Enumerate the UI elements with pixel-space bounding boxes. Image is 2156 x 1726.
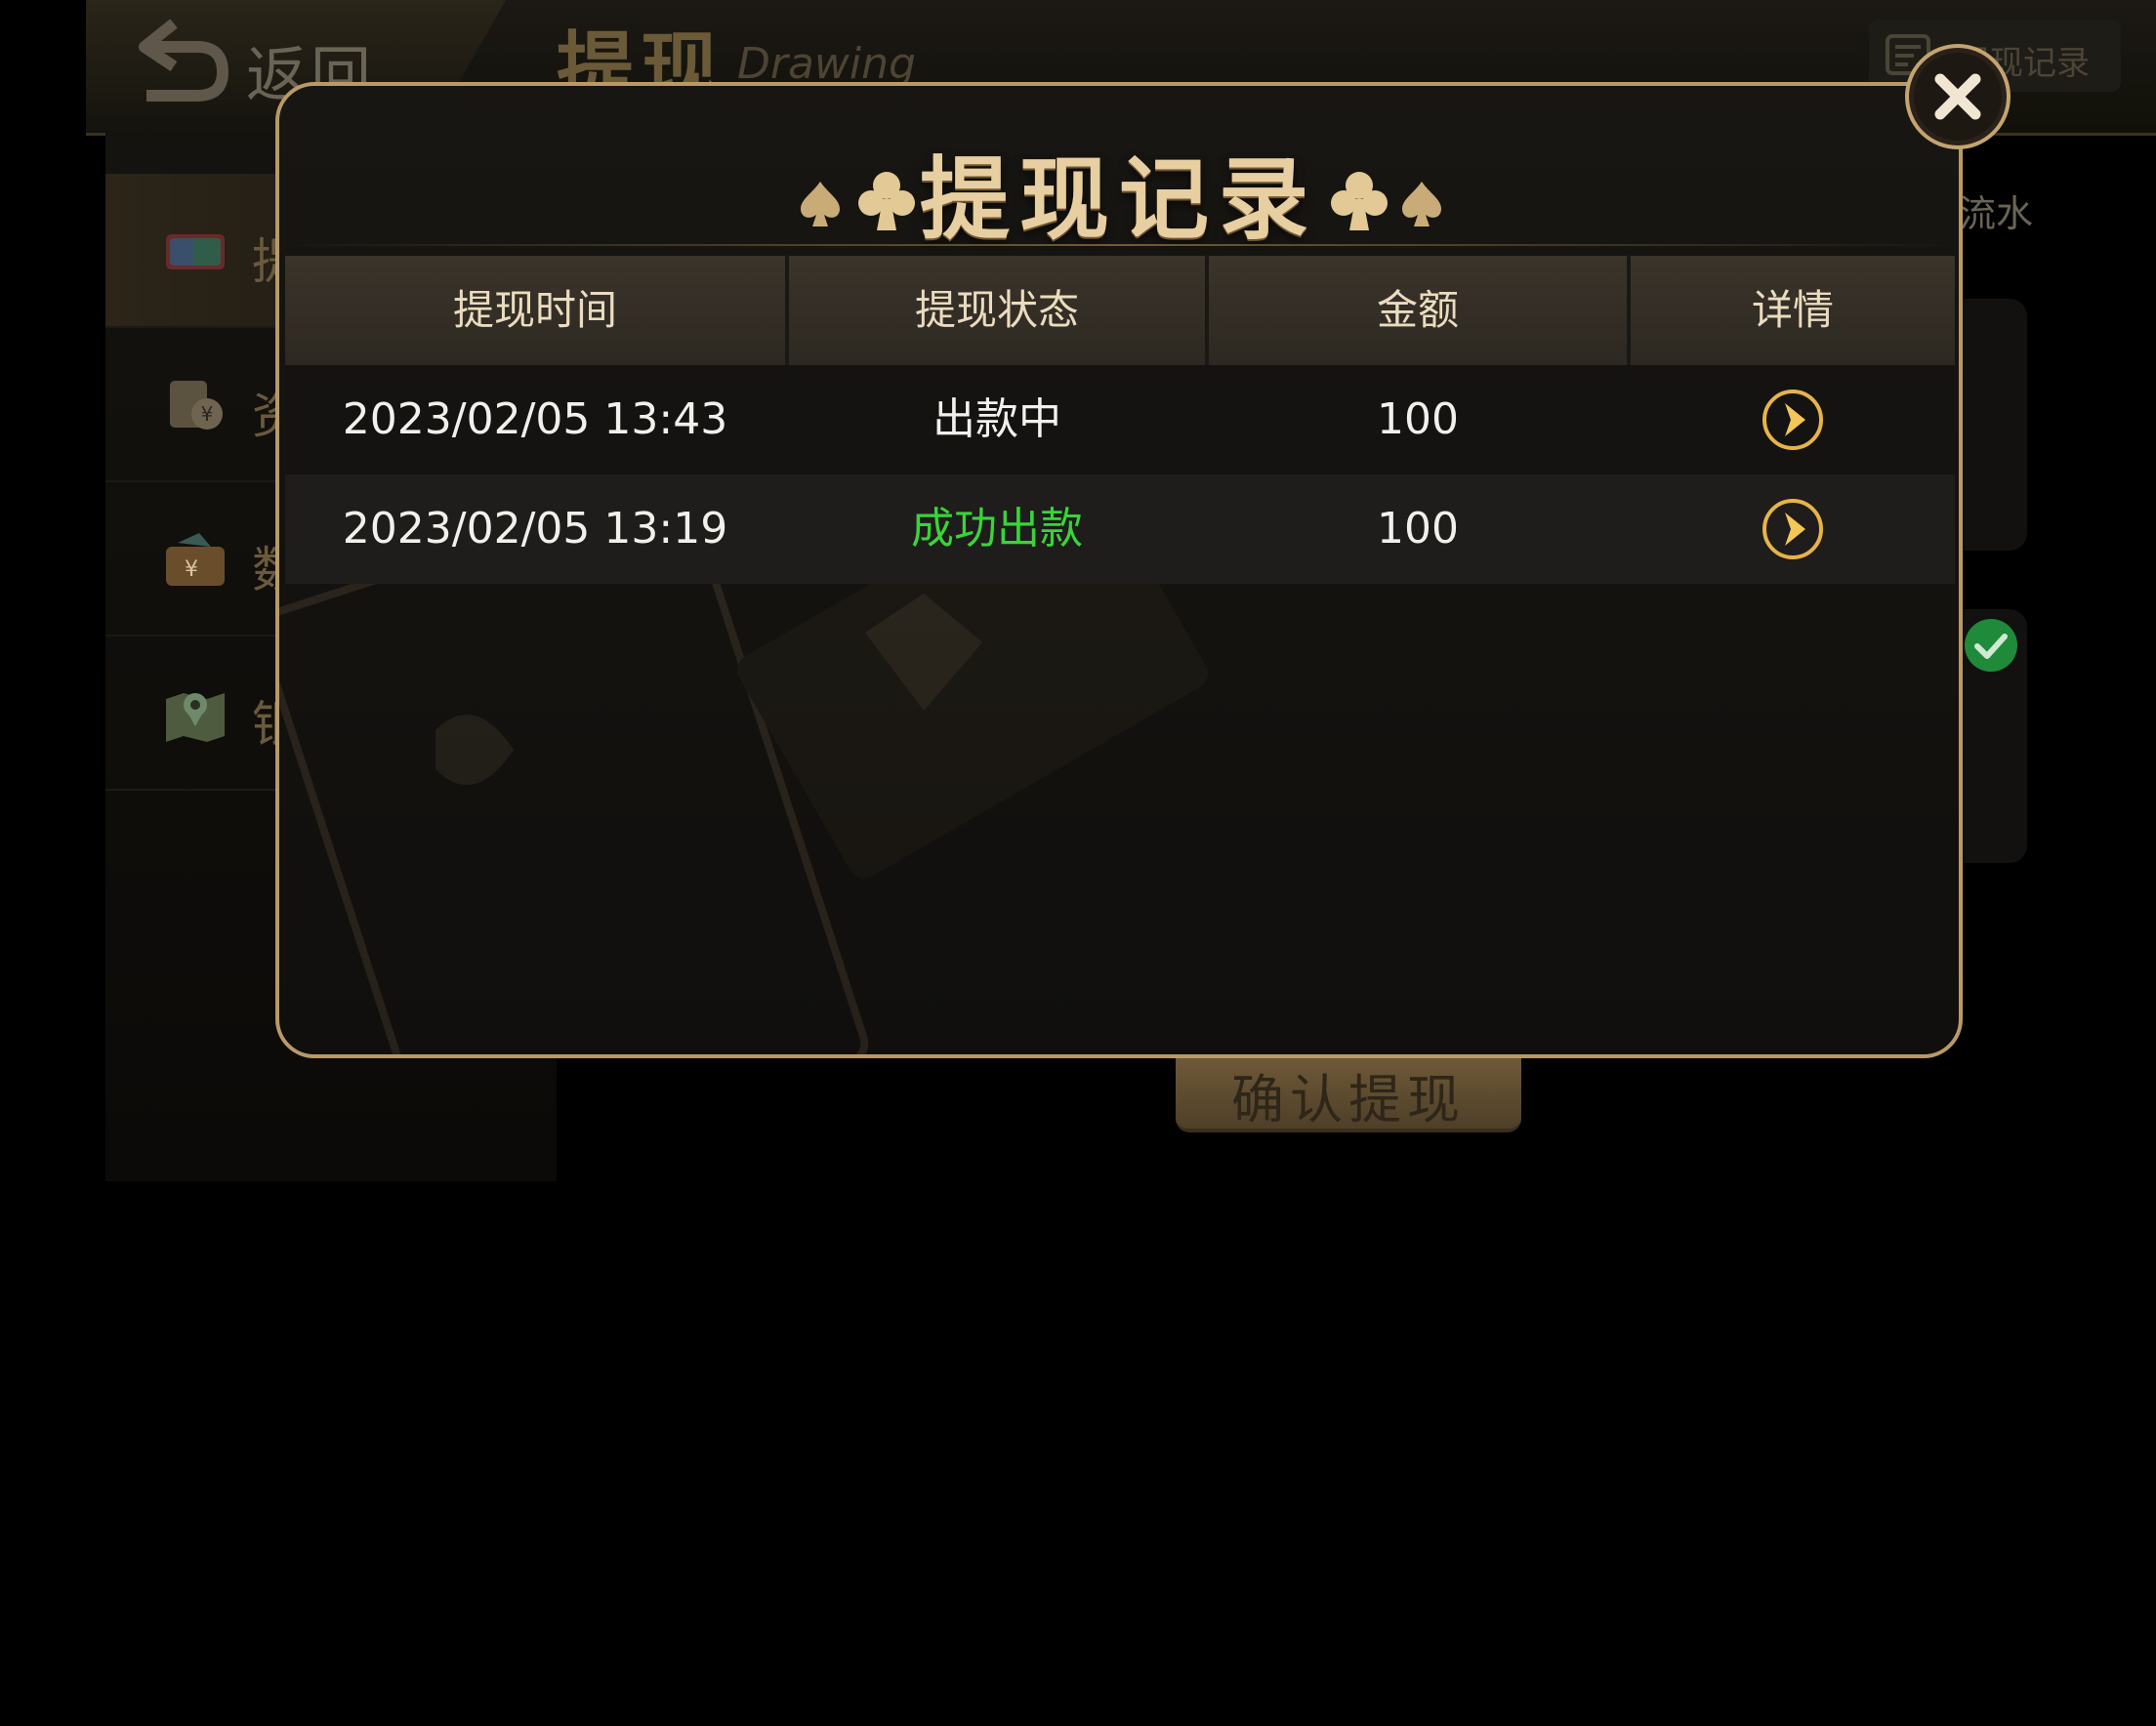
map-pin-icon bbox=[166, 693, 225, 742]
table-header: 提现时间 提现状态 金额 详情 bbox=[285, 256, 1955, 365]
cell-time: 2023/02/05 13:19 bbox=[342, 504, 728, 554]
column-header-status: 提现状态 bbox=[914, 286, 1079, 334]
spade-icon bbox=[801, 182, 840, 226]
unionpay-card-icon bbox=[166, 234, 225, 269]
checkmark-icon bbox=[1965, 619, 2017, 672]
confirm-withdraw-button[interactable]: 确认提现 bbox=[1176, 1056, 1521, 1132]
flow-label: 流水 bbox=[1959, 192, 2034, 235]
club-icon bbox=[858, 172, 915, 230]
column-header-amount: 金额 bbox=[1376, 286, 1459, 334]
cell-amount: 100 bbox=[1377, 394, 1459, 444]
detail-arrow-icon[interactable] bbox=[1762, 498, 1824, 560]
withdraw-record-dialog: 提现记录 提现时间 提现状态 金额 详情 2023/02/05 13:43 出款… bbox=[275, 82, 1963, 1058]
svg-text:¥: ¥ bbox=[201, 402, 214, 426]
yen-wallet-icon: ¥ bbox=[166, 533, 225, 586]
cell-time: 2023/02/05 13:43 bbox=[342, 394, 728, 444]
back-arrow-icon bbox=[139, 19, 229, 102]
confirm-withdraw-label: 确认提现 bbox=[1231, 1069, 1466, 1130]
spade-icon bbox=[1402, 182, 1441, 226]
svg-text:¥: ¥ bbox=[185, 557, 198, 582]
club-icon bbox=[1331, 172, 1388, 230]
column-header-detail: 详情 bbox=[1751, 286, 1834, 334]
dialog-title: 提现记录 bbox=[919, 147, 1318, 252]
close-icon[interactable] bbox=[1904, 43, 2011, 150]
cell-status: 出款中 bbox=[933, 394, 1061, 444]
yen-document-icon: ¥ bbox=[170, 381, 223, 430]
column-header-time: 提现时间 bbox=[452, 286, 617, 334]
detail-arrow-icon[interactable] bbox=[1762, 389, 1824, 451]
cell-amount: 100 bbox=[1377, 504, 1459, 554]
cell-status: 成功出款 bbox=[911, 504, 1083, 554]
header-divider bbox=[279, 244, 1959, 246]
table-row: 2023/02/05 13:43 出款中 100 bbox=[285, 365, 1955, 474]
table-row: 2023/02/05 13:19 成功出款 100 bbox=[285, 474, 1955, 584]
